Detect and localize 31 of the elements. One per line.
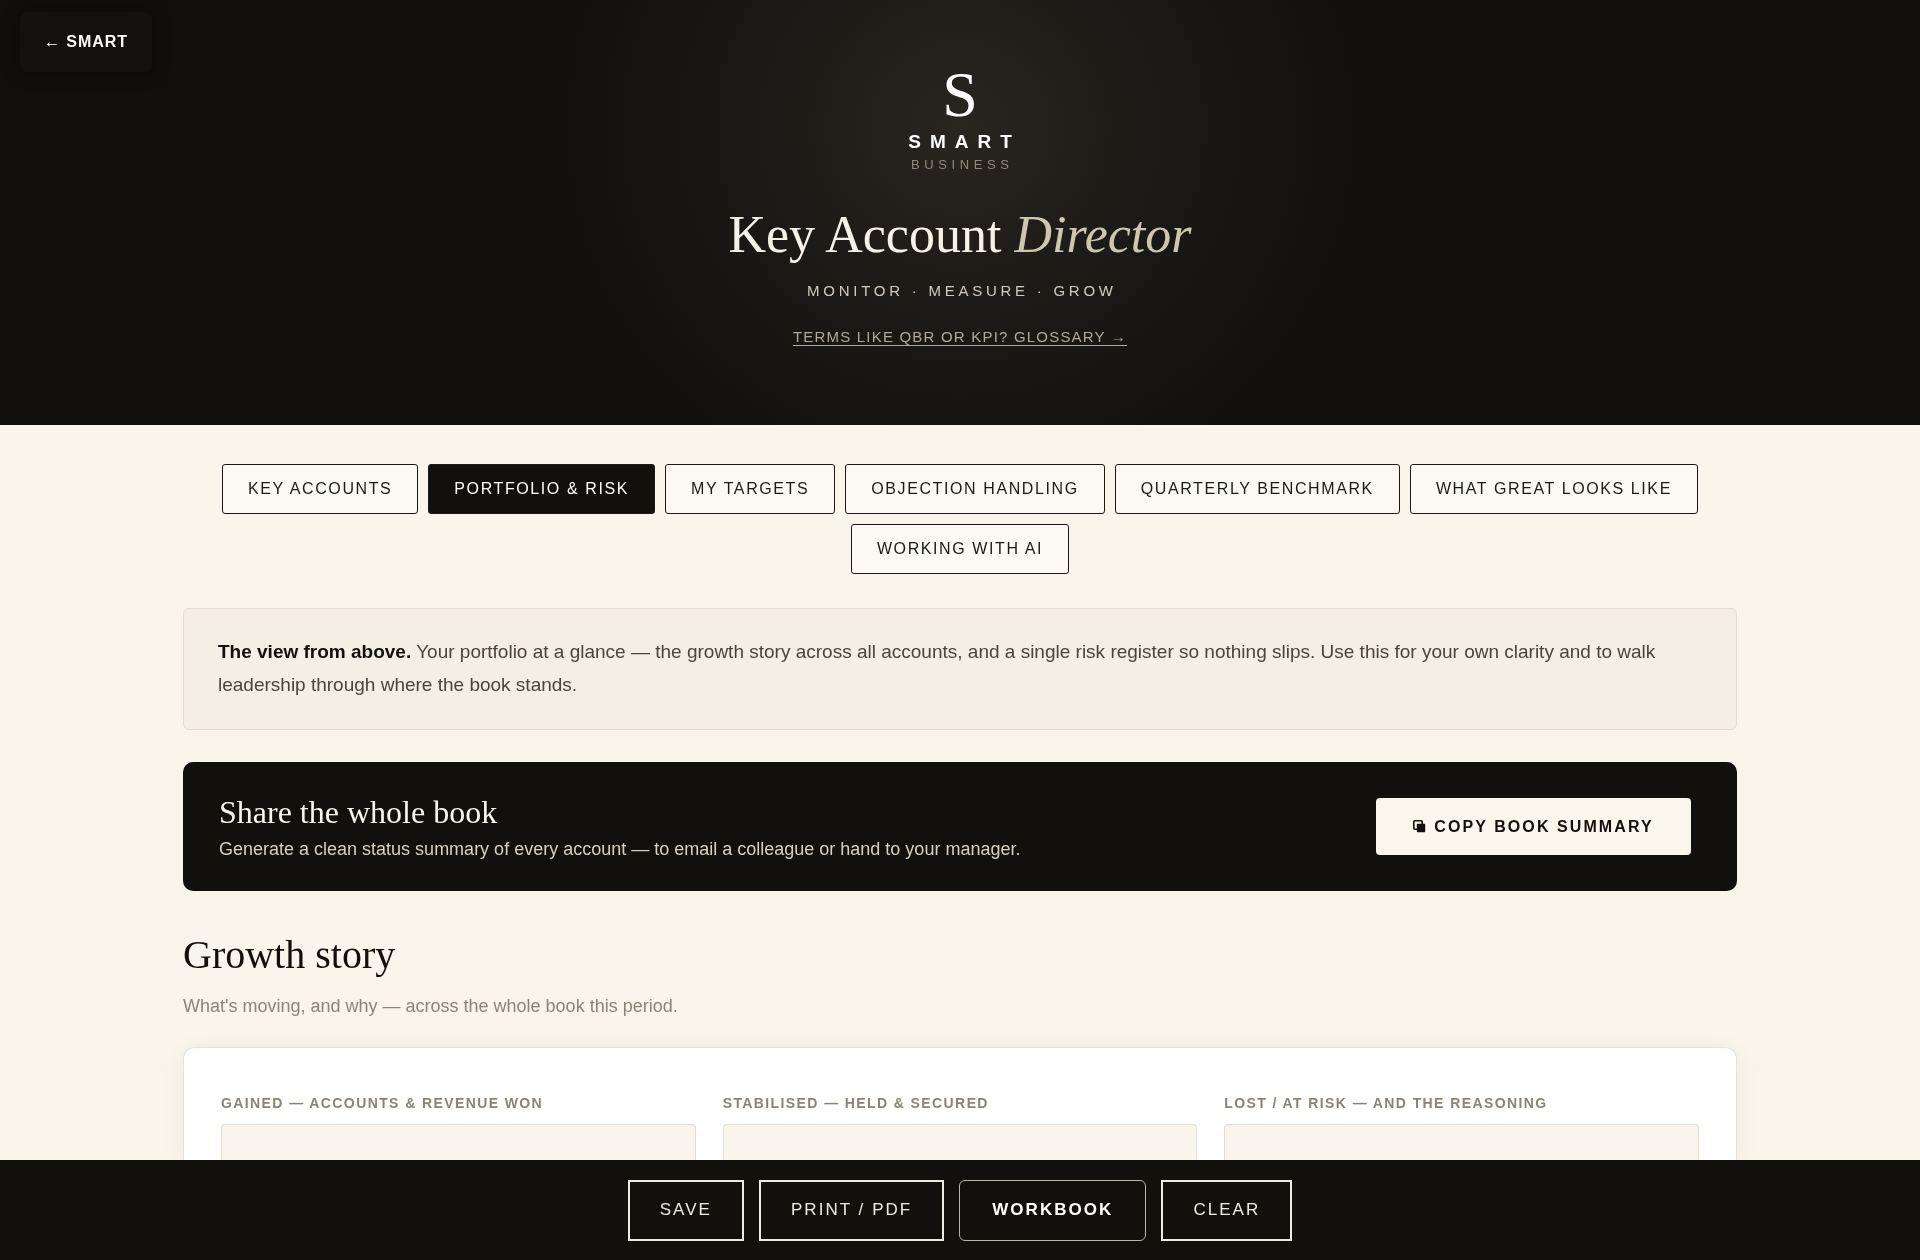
field-label: STABILISED — HELD & SECURED <box>722 1094 990 1112</box>
field-label: LOST / AT RISK — AND THE REASONING <box>1224 1094 1549 1112</box>
notes-field[interactable] <box>722 1124 1198 1160</box>
notes-field[interactable] <box>1224 1124 1699 1160</box>
copy-icon <box>1413 820 1427 833</box>
nav-tab[interactable]: OBJECTION HANDLING <box>845 464 1105 514</box>
nav-tab[interactable]: MY TARGETS <box>665 464 836 514</box>
logo-monogram: S <box>942 63 978 127</box>
nav-tab[interactable]: PORTFOLIO & RISK <box>428 464 655 514</box>
nav-tab[interactable]: WORKING WITH AI <box>850 524 1070 574</box>
nav-tab[interactable]: QUARTERLY BENCHMARK <box>1114 464 1400 514</box>
nav-tab[interactable]: KEY ACCOUNTS <box>222 464 419 514</box>
glossary-link[interactable]: TERMS LIKE QBR OR KPI? GLOSSARY → <box>792 327 1128 347</box>
back-link[interactable]: ← SMART <box>20 12 153 72</box>
outline-button[interactable]: PRINT / PDF <box>758 1179 945 1241</box>
motto-text: MONITOR · MEASURE · GROW <box>806 281 1117 301</box>
outline-button[interactable]: SAVE <box>627 1179 744 1241</box>
brand-tagline: BUSINESS <box>910 157 1014 173</box>
copy-summary-button[interactable]: COPY BOOK SUMMARY <box>1376 798 1691 855</box>
section-subtitle: What's moving, and why — across the whole book this period. <box>183 995 679 1018</box>
nav-tab[interactable]: WHAT GREAT LOOKS LIKE <box>1409 464 1698 514</box>
share-description: Generate a clean status summary of every account — to email a colleague or hand to your manager. <box>219 837 1021 861</box>
share-title: Share the whole book <box>219 792 499 831</box>
outline-button[interactable]: CLEAR <box>1161 1179 1293 1241</box>
field-label: GAINED — ACCOUNTS & REVENUE WON <box>221 1094 545 1112</box>
brand-name: SMART <box>907 130 1021 153</box>
section-heading: Growth story <box>183 931 397 979</box>
primary-button[interactable]: WORKBOOK <box>959 1179 1147 1241</box>
notes-field[interactable] <box>221 1124 696 1160</box>
intro-text: The view from above. Your portfolio at a glance — the growth story across all accounts, and a single risk register so nothing slips. Use this for your own clarity and to walk leadership through where the book stands. <box>183 608 1737 730</box>
page-title: Key Account Director <box>728 205 1192 265</box>
